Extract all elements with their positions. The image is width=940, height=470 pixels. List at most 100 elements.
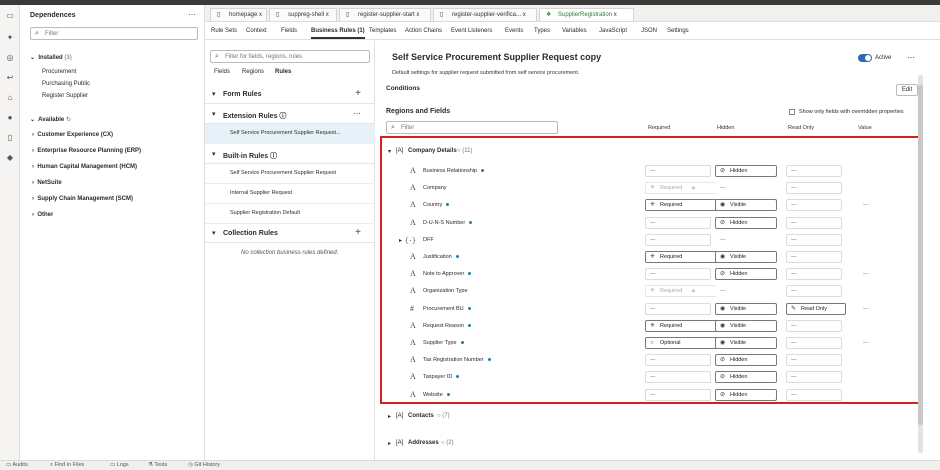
- git-history-tab[interactable]: ◷ Git History: [188, 462, 220, 468]
- page-icon: ▯: [276, 12, 280, 18]
- document-icon[interactable]: ▯: [5, 133, 15, 143]
- scroll-thumb[interactable]: [918, 85, 923, 425]
- form-rules-section[interactable]: ▾ Form Rules +: [205, 84, 375, 104]
- subtab-event-listeners[interactable]: Event Listeners: [451, 28, 492, 34]
- builtin-rule-item[interactable]: Supplier Registration Default: [205, 204, 375, 224]
- fields-filter-placeholder: Filter: [401, 125, 415, 131]
- show-overridden-checkbox[interactable]: [789, 109, 795, 115]
- hook-icon[interactable]: ↩: [5, 73, 15, 83]
- region-icon: [A]: [396, 440, 404, 446]
- subtab-events[interactable]: Events: [505, 28, 523, 34]
- component-icon: ❖: [546, 12, 552, 18]
- view-tab-rules[interactable]: Rules: [275, 69, 291, 75]
- bottom-bar: ▭ Audits ⌕ Find in Files ▭ Logs ⚗ Tests …: [0, 460, 940, 470]
- tab-register-supplier-verification[interactable]: ▯ register-supplier-verifica... x: [433, 8, 537, 21]
- rules-panel: ⌕ Filter for fields, regions, rules Fiel…: [205, 40, 375, 460]
- subtab-variables[interactable]: Variables: [562, 28, 587, 34]
- regions-fields-heading: Regions and Fields: [386, 108, 451, 115]
- dependencies-panel: Dependences ⋯ ⌕ Filter ⌄ Installed (3) P…: [20, 5, 205, 460]
- tab-supplier-registration[interactable]: ❖ SupplierRegistration x: [539, 8, 634, 21]
- designer-subtabs: Rule Sets Context Fields Business Rules …: [205, 22, 940, 40]
- find-in-files-tab[interactable]: ⌕ Find in Files: [50, 462, 84, 469]
- region-contacts[interactable]: ▸ [A] Contacts ○ (7): [375, 409, 920, 426]
- sparkle-icon[interactable]: ✦: [5, 33, 15, 43]
- region-icon: [A]: [396, 413, 404, 419]
- home-icon[interactable]: ⌂: [5, 93, 15, 103]
- subtab-action-chains[interactable]: Action Chains: [405, 28, 442, 34]
- installed-item[interactable]: Purchasing Public: [42, 81, 90, 87]
- builtin-rules-section[interactable]: ▾ Built-in Rules ⓘ: [205, 144, 375, 164]
- subtab-settings[interactable]: Settings: [667, 28, 689, 34]
- page-icon: ▯: [346, 12, 350, 18]
- diamond-icon[interactable]: ◆: [5, 153, 15, 163]
- caret-right-icon: ▸: [388, 414, 392, 420]
- search-icon: ⌕: [215, 53, 219, 60]
- subtab-types[interactable]: Types: [534, 28, 550, 34]
- tests-tab[interactable]: ⚗ Tests: [148, 462, 167, 468]
- subtab-javascript[interactable]: JavaScript: [599, 28, 627, 34]
- no-collection-message: No collection business rules defined.: [241, 250, 339, 256]
- view-tab-regions[interactable]: Regions: [242, 69, 264, 75]
- region-addresses[interactable]: ▸ [A] Addresses ○ (2): [375, 436, 920, 453]
- refresh-icon: ↻: [65, 117, 71, 123]
- builtin-rule-item[interactable]: Self Service Procurement Supplier Reques…: [205, 164, 375, 184]
- active-toggle[interactable]: [858, 54, 872, 62]
- tab-homepage[interactable]: ▯ homepage x: [210, 8, 267, 21]
- circle-icon: ○: [437, 413, 441, 419]
- column-read-only: Read Only: [788, 125, 814, 131]
- dependencies-filter-input[interactable]: ⌕ Filter: [30, 27, 198, 40]
- circle-icon: ○: [441, 440, 445, 446]
- subtab-json[interactable]: JSON: [641, 28, 657, 34]
- installed-item[interactable]: Procurement: [42, 69, 76, 75]
- fields-filter-input[interactable]: ⌕ Filter: [386, 121, 558, 134]
- rules-filter-input[interactable]: ⌕ Filter for fields, regions, rules: [210, 50, 370, 63]
- subtab-business-rules[interactable]: Business Rules (1): [311, 28, 365, 39]
- active-label: Active: [875, 55, 892, 61]
- vertical-scrollbar[interactable]: [918, 75, 923, 453]
- more-icon[interactable]: ⋯: [907, 53, 915, 62]
- activity-rail: ▭ ✦ ◎ ↩ ⌂ ● ▯ ◆: [0, 5, 20, 460]
- column-hidden: Hidden: [717, 125, 735, 131]
- search-icon: ⌕: [391, 124, 395, 131]
- available-item[interactable]: › Customer Experience (CX): [32, 132, 113, 138]
- edit-button[interactable]: Edit: [896, 84, 918, 96]
- subtab-rule-sets[interactable]: Rule Sets: [211, 28, 237, 34]
- subtab-templates[interactable]: Templates: [369, 28, 396, 34]
- caret-down-icon: ▾: [212, 151, 216, 158]
- tab-register-supplier-start[interactable]: ▯ register-supplier-start x: [339, 8, 431, 21]
- page-icon: ▯: [440, 12, 444, 18]
- builtin-rule-item[interactable]: Internal Supplier Request: [205, 184, 375, 204]
- add-collection-rule-button[interactable]: +: [355, 227, 361, 238]
- subtab-fields[interactable]: Fields: [281, 28, 297, 34]
- conditions-heading: Conditions: [386, 85, 420, 92]
- highlight-box: [380, 136, 920, 404]
- add-form-rule-button[interactable]: +: [355, 88, 361, 99]
- available-item[interactable]: › Enterprise Resource Planning (ERP): [32, 148, 141, 154]
- available-item[interactable]: › NetSuite: [32, 180, 62, 186]
- tab-suppreg-shell[interactable]: ▯ suppreg-shell x: [269, 8, 337, 21]
- more-icon[interactable]: ⋯: [353, 109, 361, 118]
- view-tab-fields[interactable]: Fields: [214, 69, 230, 75]
- more-icon[interactable]: ⋯: [188, 10, 196, 19]
- caret-right-icon: ▸: [388, 441, 392, 447]
- target-icon[interactable]: ◎: [5, 53, 15, 63]
- dependencies-filter-placeholder: Filter: [45, 31, 59, 37]
- caret-down-icon: ▾: [212, 230, 216, 237]
- globe-icon[interactable]: ●: [5, 113, 15, 123]
- column-required: Required: [648, 125, 671, 131]
- available-toggle[interactable]: ⌄ Available ↻: [30, 116, 71, 123]
- column-value: Value: [858, 125, 872, 131]
- available-item[interactable]: › Human Capital Management (HCM): [32, 164, 137, 170]
- audits-tab[interactable]: ▭ Audits: [6, 462, 28, 468]
- extension-rules-section[interactable]: ▾ Extension Rules ⓘ ⋯: [205, 104, 375, 124]
- monitor-icon[interactable]: ▭: [5, 11, 15, 21]
- installed-toggle[interactable]: ⌄ Installed (3): [30, 54, 72, 61]
- subtab-context[interactable]: Context: [246, 28, 267, 34]
- logs-tab[interactable]: ▭ Logs: [110, 462, 129, 468]
- installed-item[interactable]: Register Supplier: [42, 93, 88, 99]
- collection-rules-section[interactable]: ▾ Collection Rules +: [205, 223, 375, 243]
- extension-rule-item[interactable]: Self Service Procurement Supplier Reques…: [205, 124, 375, 144]
- available-item[interactable]: › Supply Chain Management (SCM): [32, 196, 133, 202]
- available-item[interactable]: › Other: [32, 212, 53, 218]
- rule-description: Default settings for supplier request su…: [392, 70, 580, 76]
